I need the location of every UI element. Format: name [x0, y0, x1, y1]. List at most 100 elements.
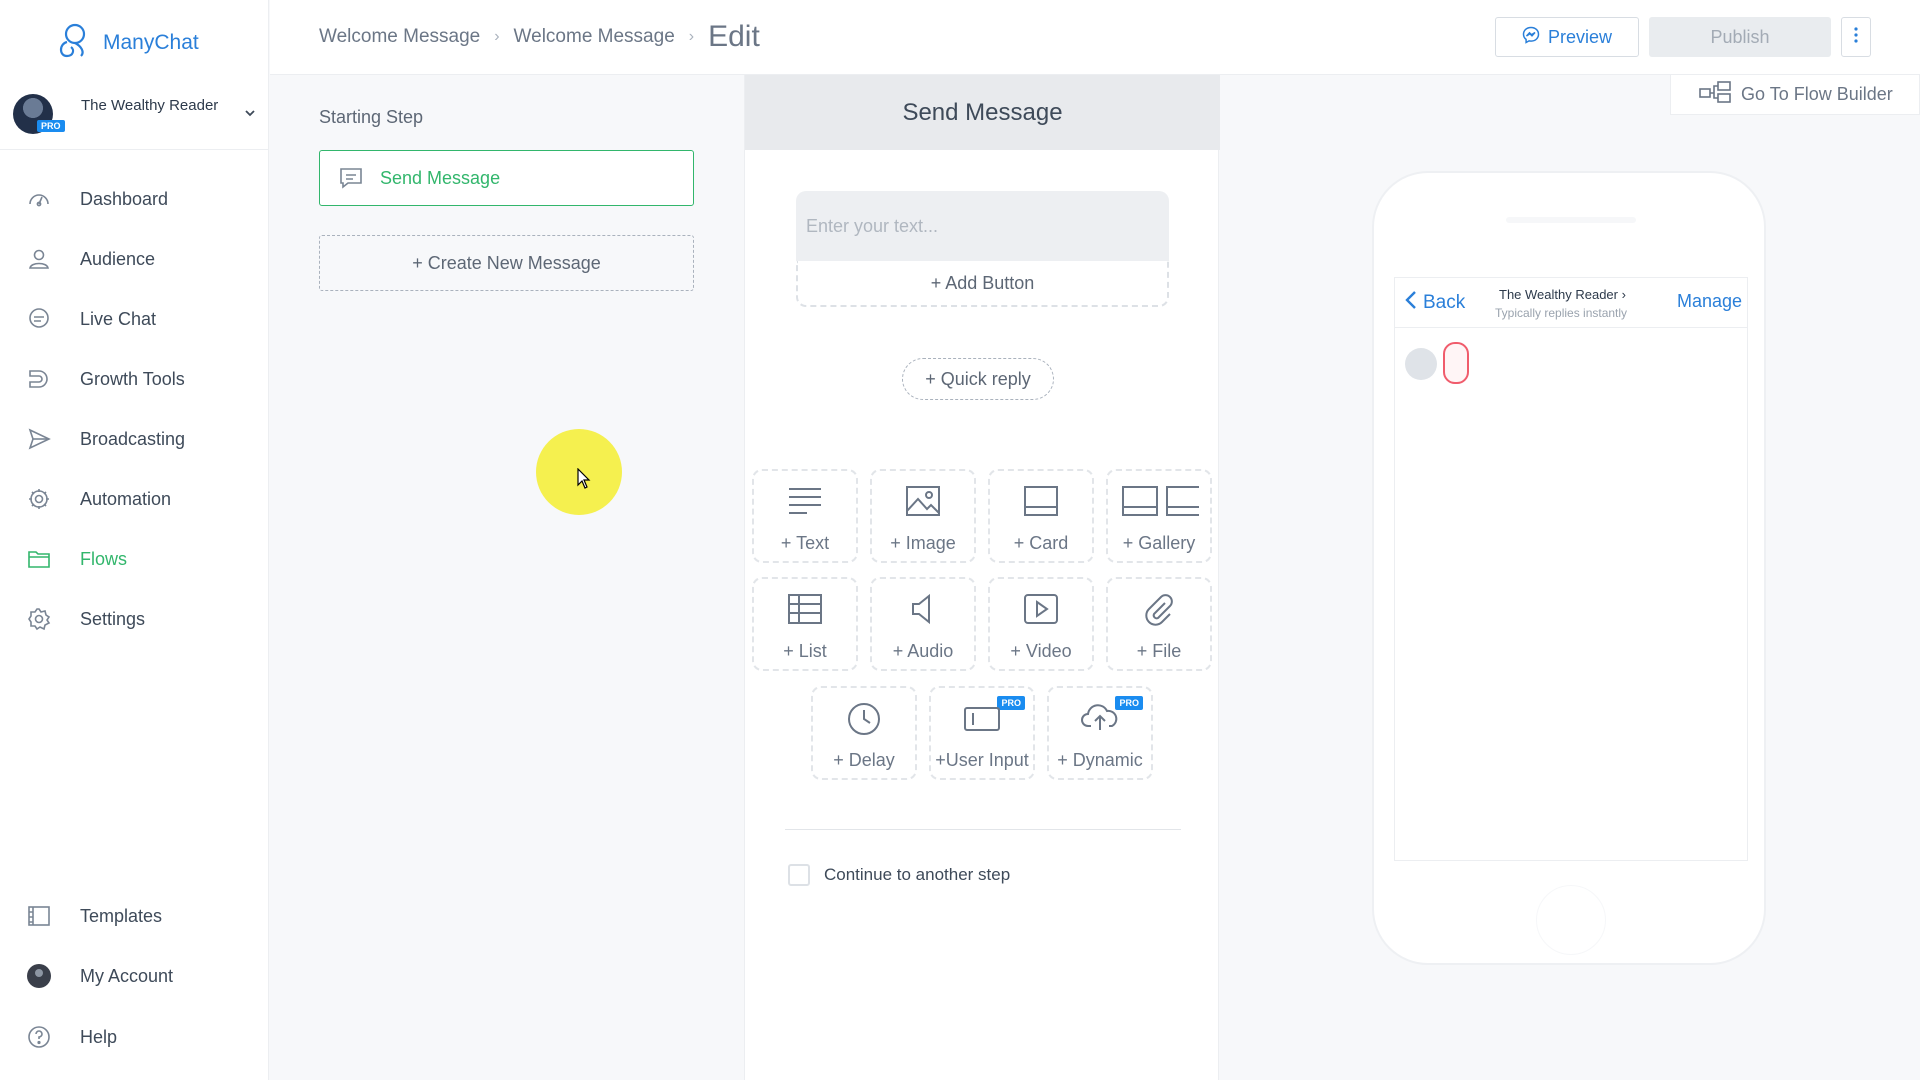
- tile-label: + List: [783, 641, 827, 661]
- tile-label: +User Input: [935, 750, 1029, 770]
- add-dynamic-tile[interactable]: PRO + Dynamic: [1047, 686, 1153, 780]
- add-card-tile[interactable]: + Card: [988, 469, 1094, 563]
- breadcrumb-link[interactable]: Welcome Message: [319, 26, 480, 48]
- sidebar-item-label: Growth Tools: [80, 368, 185, 389]
- go-to-flow-builder-button[interactable]: Go To Flow Builder: [1670, 75, 1920, 115]
- sidebar-item-label: Flows: [80, 548, 128, 569]
- manage-link[interactable]: Manage: [1677, 291, 1742, 312]
- text-block: + Add Button: [796, 191, 1169, 307]
- cloud-upload-icon: [1049, 702, 1151, 734]
- sidebar-item-label: Broadcasting: [80, 428, 186, 449]
- templates-icon: [26, 903, 52, 929]
- back-button[interactable]: Back: [1405, 290, 1465, 316]
- message-text-input[interactable]: [796, 191, 1169, 261]
- sidebar-item-label: Templates: [80, 905, 163, 926]
- folder-icon: [26, 546, 52, 572]
- more-options-button[interactable]: [1841, 17, 1871, 57]
- chat-icon: [338, 166, 364, 195]
- phone-home-button: [1536, 885, 1606, 955]
- chevron-down-icon: [243, 106, 257, 125]
- preview-button[interactable]: Preview: [1495, 17, 1639, 57]
- preview-label: Preview: [1547, 26, 1613, 47]
- sidebar-item-label: Automation: [80, 488, 172, 509]
- video-icon: [990, 593, 1092, 625]
- input-icon: [931, 702, 1033, 734]
- add-user-input-tile[interactable]: PRO +User Input: [929, 686, 1035, 780]
- add-delay-tile[interactable]: + Delay: [811, 686, 917, 780]
- sidebar: ManyChat PRO The Wealthy Reader Dashboar…: [0, 0, 269, 1080]
- sidebar-item-label: Settings: [80, 608, 146, 629]
- sidebar-item-my-account[interactable]: My Account: [0, 954, 268, 998]
- gear-icon: [26, 606, 52, 632]
- sidebar-item-live-chat[interactable]: Live Chat: [0, 297, 268, 341]
- add-button[interactable]: + Add Button: [796, 261, 1169, 307]
- tile-label: + Text: [780, 533, 830, 553]
- chevron-right-icon: ›: [688, 28, 695, 45]
- tile-label: + File: [1136, 641, 1182, 661]
- phone-preview: Back The Wealthy Reader › Typically repl…: [1372, 171, 1766, 965]
- bot-status: Typically replies instantly: [1495, 306, 1628, 320]
- card-icon: [990, 485, 1092, 517]
- vertical-dots-icon: [1854, 26, 1858, 48]
- sidebar-item-automation[interactable]: Automation: [0, 477, 268, 521]
- automation-icon: [26, 486, 52, 512]
- continue-checkbox[interactable]: [788, 864, 810, 886]
- add-text-tile[interactable]: + Text: [752, 469, 858, 563]
- image-icon: [872, 485, 974, 517]
- account-switcher[interactable]: PRO The Wealthy Reader: [0, 78, 268, 150]
- sidebar-item-label: Live Chat: [80, 308, 157, 329]
- sidebar-item-help[interactable]: Help: [0, 1015, 268, 1059]
- tile-label: + Gallery: [1122, 533, 1196, 553]
- sidebar-item-label: Dashboard: [80, 188, 169, 209]
- chevron-right-icon: ›: [1621, 287, 1626, 302]
- step-label: Send Message: [380, 168, 501, 188]
- message-editor: Send Message + Add Button + Quick reply …: [744, 75, 1220, 1080]
- add-file-tile[interactable]: + File: [1106, 577, 1212, 671]
- sidebar-item-settings[interactable]: Settings: [0, 597, 268, 641]
- sidebar-item-growth-tools[interactable]: Growth Tools: [0, 357, 268, 401]
- breadcrumb-link[interactable]: Welcome Message: [514, 26, 675, 48]
- create-new-message-button[interactable]: + Create New Message: [319, 235, 694, 291]
- back-label: Back: [1423, 292, 1466, 313]
- messenger-header: Back The Wealthy Reader › Typically repl…: [1395, 278, 1747, 328]
- add-video-tile[interactable]: + Video: [988, 577, 1094, 671]
- tile-label: + Audio: [892, 641, 954, 661]
- chevron-right-icon: ›: [494, 28, 500, 45]
- sidebar-item-dashboard[interactable]: Dashboard: [0, 177, 268, 221]
- sidebar-item-templates[interactable]: Templates: [0, 894, 268, 938]
- list-icon: [754, 593, 856, 625]
- avatar: [26, 963, 52, 989]
- chevron-left-icon: [1405, 290, 1417, 316]
- tile-label: + Image: [890, 533, 956, 553]
- sidebar-item-audience[interactable]: Audience: [0, 237, 268, 281]
- account-name: The Wealthy Reader: [81, 97, 219, 114]
- add-list-tile[interactable]: + List: [752, 577, 858, 671]
- pro-badge: PRO: [37, 120, 65, 132]
- flow-builder-label: Go To Flow Builder: [1741, 84, 1893, 104]
- tile-label: + Dynamic: [1057, 750, 1143, 770]
- bot-avatar: [1405, 348, 1437, 380]
- magnet-icon: [26, 366, 52, 392]
- add-gallery-tile[interactable]: + Gallery: [1106, 469, 1212, 563]
- logo[interactable]: ManyChat: [53, 20, 199, 65]
- editor-title: Send Message: [745, 75, 1220, 150]
- sidebar-item-flows[interactable]: Flows: [0, 537, 268, 581]
- logo-text: ManyChat: [103, 30, 199, 54]
- tile-label: + Delay: [833, 750, 895, 770]
- sidebar-item-broadcasting[interactable]: Broadcasting: [0, 417, 268, 461]
- tile-label: + Card: [1013, 533, 1069, 553]
- text-icon: [754, 485, 856, 515]
- help-icon: [26, 1024, 52, 1050]
- quick-reply-button[interactable]: + Quick reply: [902, 358, 1054, 400]
- phone-speaker: [1506, 217, 1636, 223]
- add-audio-tile[interactable]: + Audio: [870, 577, 976, 671]
- send-icon: [26, 426, 52, 452]
- breadcrumb: Welcome Message › Welcome Message › Edit: [319, 20, 760, 54]
- divider: [785, 829, 1181, 830]
- publish-button[interactable]: Publish: [1649, 17, 1831, 57]
- chat-icon: [26, 306, 52, 332]
- continue-to-step-row[interactable]: Continue to another step: [788, 864, 1010, 886]
- step-card-send-message[interactable]: Send Message: [319, 150, 694, 206]
- gallery-icon: [1108, 485, 1210, 517]
- add-image-tile[interactable]: + Image: [870, 469, 976, 563]
